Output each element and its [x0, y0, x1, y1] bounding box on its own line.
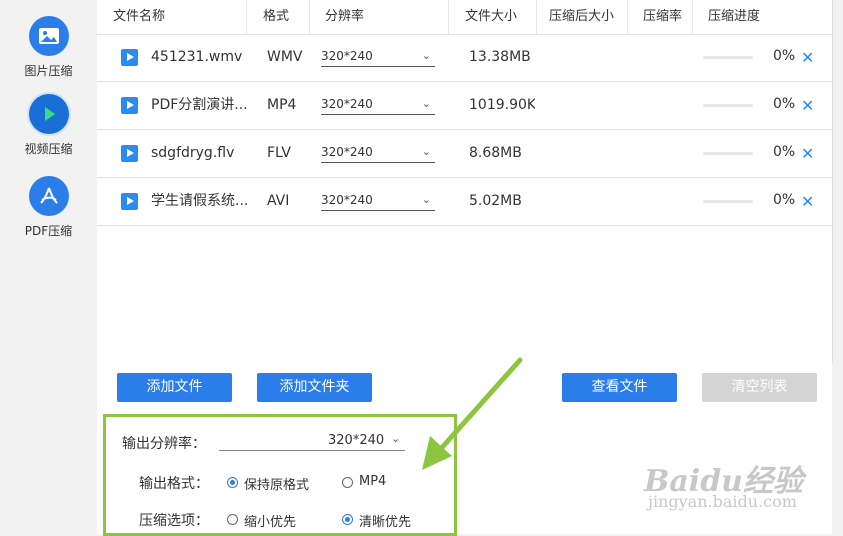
- view-files-button[interactable]: 查看文件: [562, 373, 677, 402]
- video-file-icon: [121, 49, 138, 66]
- file-size: 13.38MB: [469, 49, 531, 65]
- remove-file-icon[interactable]: ✕: [801, 178, 814, 225]
- table-row[interactable]: 451231.wmv WMV 320*240 ⌄ 13.38MB 0% ✕: [97, 34, 832, 82]
- radio-mp4-label[interactable]: MP4: [359, 474, 386, 489]
- annotation-arrow-icon: [422, 357, 523, 470]
- file-name: 451231.wmv: [151, 49, 243, 65]
- progress-percent: 0%: [773, 48, 796, 64]
- progress-bar: [703, 152, 753, 155]
- file-size: 5.02MB: [469, 193, 522, 209]
- chevron-down-icon: ⌄: [421, 193, 431, 206]
- column-header-size: 文件大小: [465, 9, 518, 24]
- progress-percent: 0%: [773, 144, 796, 160]
- add-file-button[interactable]: 添加文件: [117, 373, 232, 402]
- format-label: 输出格式：: [139, 476, 209, 492]
- resolution-select[interactable]: 320*240 ⌄: [321, 144, 435, 163]
- column-header-resolution: 分辨率: [325, 9, 365, 24]
- table-header: 文件名称 格式 分辨率 文件大小 压缩后大小 压缩率 压缩进度: [97, 0, 832, 35]
- column-header-name: 文件名称: [113, 9, 166, 24]
- compress-option-label: 压缩选项：: [139, 513, 209, 529]
- progress-bar: [703, 56, 753, 59]
- file-list-panel: 文件名称 格式 分辨率 文件大小 压缩后大小 压缩率 压缩进度 451231.w…: [97, 0, 833, 363]
- file-format: WMV: [267, 49, 303, 65]
- column-header-progress: 压缩进度: [708, 9, 761, 24]
- radio-keep-format-label[interactable]: 保持原格式: [244, 474, 309, 493]
- file-format: FLV: [267, 145, 291, 161]
- resolution-select[interactable]: 320*240 ⌄: [219, 431, 405, 451]
- image-icon: [28, 16, 69, 56]
- progress-percent: 0%: [773, 192, 796, 208]
- file-format: AVI: [267, 193, 290, 209]
- column-header-format: 格式: [263, 9, 290, 24]
- chevron-down-icon: ⌄: [421, 97, 431, 110]
- play-icon: [28, 94, 69, 134]
- chevron-down-icon: ⌄: [421, 145, 431, 158]
- watermark-url: jingyan.baidu.com: [648, 492, 797, 511]
- remove-file-icon[interactable]: ✕: [801, 82, 814, 129]
- resolution-select-value: 320*240: [321, 145, 373, 159]
- sidebar-item-pdf-compress[interactable]: PDF压缩: [0, 176, 97, 239]
- resolution-select[interactable]: 320*240 ⌄: [321, 48, 435, 67]
- sidebar-item-label: 视频压缩: [24, 142, 73, 156]
- remove-file-icon[interactable]: ✕: [801, 130, 814, 177]
- table-row[interactable]: 学生请假系统... AVI 320*240 ⌄ 5.02MB 0% ✕: [97, 178, 832, 226]
- table-row[interactable]: PDF分割演讲... MP4 320*240 ⌄ 1019.90KB 0% ✕: [97, 82, 832, 130]
- radio-size-priority[interactable]: [227, 514, 238, 525]
- sidebar-item-video-compress[interactable]: 视频压缩: [0, 94, 97, 157]
- resolution-select[interactable]: 320*240 ⌄: [321, 96, 435, 115]
- video-file-icon: [121, 193, 138, 210]
- radio-clarity-priority[interactable]: [342, 514, 353, 525]
- radio-size-priority-label[interactable]: 缩小优先: [244, 511, 296, 530]
- sidebar-item-label: 图片压缩: [24, 64, 73, 78]
- resolution-select-value: 320*240: [321, 193, 373, 207]
- chevron-down-icon: ⌄: [421, 49, 431, 62]
- chevron-down-icon: ⌄: [391, 432, 401, 445]
- resolution-select[interactable]: 320*240 ⌄: [321, 192, 435, 211]
- progress-bar: [703, 104, 753, 107]
- sidebar: 图片压缩 视频压缩 PDF压缩: [0, 0, 97, 534]
- resolution-select-value: 320*240: [328, 433, 385, 448]
- radio-keep-format[interactable]: [227, 477, 238, 488]
- file-name: sdgfdryg.flv: [151, 145, 235, 161]
- progress-bar: [703, 200, 753, 203]
- sidebar-item-label: PDF压缩: [24, 224, 73, 238]
- file-size: 1019.90KB: [469, 97, 535, 113]
- column-header-ratio: 压缩率: [643, 9, 683, 24]
- file-size: 8.68MB: [469, 145, 522, 161]
- table-row[interactable]: sdgfdryg.flv FLV 320*240 ⌄ 8.68MB 0% ✕: [97, 130, 832, 178]
- add-folder-button[interactable]: 添加文件夹: [257, 373, 372, 402]
- resolution-select-value: 320*240: [321, 97, 373, 111]
- resolution-label: 输出分辨率：: [122, 436, 206, 452]
- file-name: PDF分割演讲...: [151, 97, 247, 113]
- sidebar-item-image-compress[interactable]: 图片压缩: [0, 16, 97, 79]
- column-header-compressed-size: 压缩后大小: [549, 9, 615, 24]
- pdf-icon: [28, 176, 69, 216]
- video-file-icon: [121, 145, 138, 162]
- clear-list-button[interactable]: 清空列表: [702, 373, 817, 402]
- remove-file-icon[interactable]: ✕: [801, 34, 814, 81]
- resolution-select-value: 320*240: [321, 49, 373, 63]
- progress-percent: 0%: [773, 96, 796, 112]
- radio-mp4[interactable]: [342, 477, 353, 488]
- file-name: 学生请假系统...: [151, 193, 247, 209]
- video-file-icon: [121, 97, 138, 114]
- radio-clarity-priority-label[interactable]: 清晰优先: [359, 511, 411, 530]
- file-format: MP4: [267, 97, 297, 113]
